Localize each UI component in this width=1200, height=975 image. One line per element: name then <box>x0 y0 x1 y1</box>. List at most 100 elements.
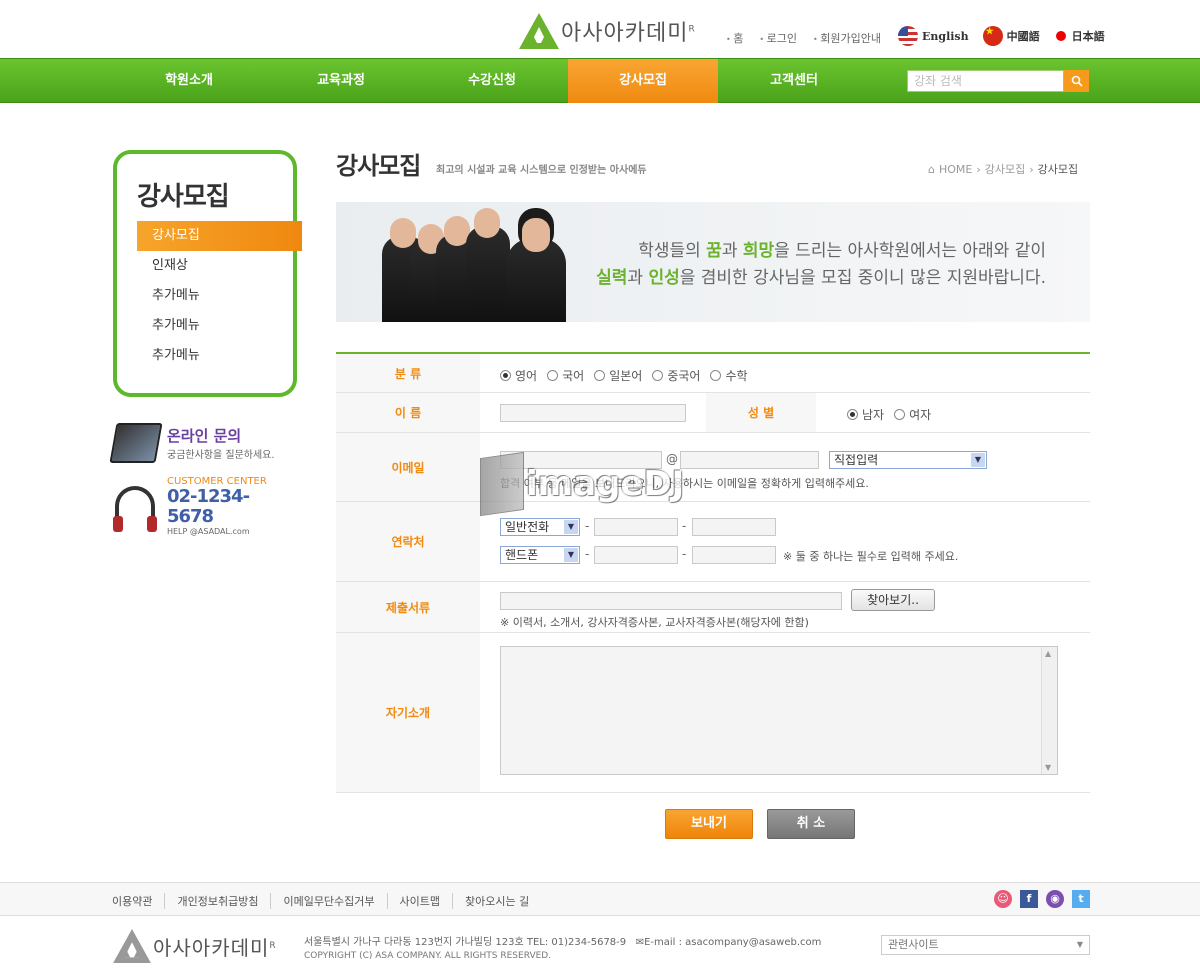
contact-label: 연락처 <box>336 502 480 581</box>
footer-link-terms[interactable]: 이용약관 <box>112 893 164 909</box>
main-nav: 학원소개 교육과정 수강신청 강사모집 고객센터 강좌 검색 <box>0 58 1200 103</box>
footer-link-directions[interactable]: 찾아오시는 길 <box>452 893 541 909</box>
breadcrumb-home[interactable]: HOME <box>939 163 972 176</box>
sidebar-title: 강사모집 <box>137 182 230 212</box>
phone1-last-input[interactable] <box>692 518 776 536</box>
kakao-icon[interactable]: ☺ <box>994 890 1012 908</box>
course-search-input[interactable]: 강좌 검색 <box>907 70 1064 92</box>
intro-textarea[interactable] <box>500 646 1058 775</box>
page-title: 강사모집 <box>336 152 421 180</box>
teachers-image <box>376 206 616 322</box>
tablet-icon <box>109 423 163 463</box>
phone2-last-input[interactable] <box>692 546 776 564</box>
category-row: 분 류 영어 국어 일본어 중국어 수학 <box>336 354 1090 393</box>
intro-row: 자기소개 <box>336 633 1090 793</box>
twitter-icon[interactable]: t <box>1072 890 1090 908</box>
home-icon: ⌂ <box>928 162 935 176</box>
logo-text: 아사아카데미R <box>561 21 696 46</box>
name-label: 이 름 <box>336 393 480 432</box>
file-path-input[interactable] <box>500 592 842 610</box>
nav-about[interactable]: 학원소개 <box>114 59 264 103</box>
footer-info: 아사아카데미 R 서울특별시 가나구 다라동 123번지 가나빌딩 123호 T… <box>0 917 1200 975</box>
email-domain-select[interactable]: 직접입력 <box>829 451 987 469</box>
footer-link-sitemap[interactable]: 사이트맵 <box>386 893 452 909</box>
footer-copyright: COPYRIGHT (C) ASA COMPANY. ALL RIGHTS RE… <box>304 951 552 961</box>
us-flag-icon <box>898 26 918 46</box>
china-flag-icon <box>982 26 1003 46</box>
phone-type-select-1[interactable]: 일반전화 <box>500 518 580 536</box>
docs-row: 제출서류 찾아보기.. ※ 이력서, 소개서, 강사자격증사본, 교사자격증사본… <box>336 582 1090 633</box>
intro-label: 자기소개 <box>336 633 480 792</box>
footer-logo: 아사아카데미 R <box>113 929 276 963</box>
footer-links-bar: 이용약관 개인정보취급방침 이메일무단수집거부 사이트맵 찾아오시는 길 ☺ f… <box>0 882 1200 916</box>
name-input[interactable] <box>500 404 686 422</box>
site-logo[interactable]: 아사아카데미R <box>519 12 696 50</box>
radio-chinese[interactable]: 중국어 <box>652 367 700 384</box>
hero-text: 학생들의 꿈과 희망을 드리는 아사학원에서는 아래와 같이 실력과 인성을 겸… <box>596 241 1046 288</box>
online-inquiry-banner[interactable]: 온라인 문의 궁금한사항을 질문하세요. <box>109 418 293 468</box>
sidebar-item-extra-2[interactable]: 추가메뉴 <box>137 311 302 341</box>
radio-male[interactable]: 남자 <box>847 406 884 423</box>
chevron-right-icon: › <box>1029 162 1034 176</box>
email-label: 이메일 <box>336 433 480 501</box>
submit-button[interactable]: 보내기 <box>665 809 753 839</box>
email-domain-input[interactable] <box>680 451 819 469</box>
lang-japanese[interactable]: 日本語 <box>1053 28 1105 44</box>
related-sites-select[interactable]: 관련사이트 <box>881 935 1090 955</box>
login-link[interactable]: 로그인 <box>759 30 797 46</box>
textarea-scrollbar[interactable] <box>1041 647 1057 774</box>
footer-address: 서울특별시 가나구 다라동 123번지 가나빌딩 123호 TEL: 01)23… <box>304 937 822 948</box>
name-row: 이 름 성 별 남자 여자 <box>336 393 1090 433</box>
radio-female[interactable]: 여자 <box>894 406 931 423</box>
sidebar-item-extra-1[interactable]: 추가메뉴 <box>137 281 302 311</box>
radio-math[interactable]: 수학 <box>710 367 748 384</box>
sidebar-menu: 강사모집 인재상 추가메뉴 추가메뉴 추가메뉴 <box>137 221 302 371</box>
cancel-button[interactable]: 취 소 <box>767 809 855 839</box>
blog-icon[interactable]: ◉ <box>1046 890 1064 908</box>
phone-type-select-2[interactable]: 핸드폰 <box>500 546 580 564</box>
watermark-cube-icon <box>480 451 524 517</box>
breadcrumb-section[interactable]: 강사모집 <box>985 161 1025 177</box>
breadcrumb: ⌂ HOME › 강사모집 › 강사모집 <box>928 161 1078 177</box>
watermark: imageDJ <box>480 451 684 517</box>
phone2-middle-input[interactable] <box>594 546 678 564</box>
lang-chinese[interactable]: 中國語 <box>982 26 1040 46</box>
home-link[interactable]: 홈 <box>726 30 743 46</box>
radio-japanese[interactable]: 일본어 <box>594 367 642 384</box>
logo-triangle-icon <box>519 13 559 49</box>
japan-flag-icon <box>1053 29 1068 43</box>
contact-note: ※ 둘 중 하나는 필수로 입력해 주세요. <box>783 550 959 563</box>
radio-korean[interactable]: 국어 <box>547 367 584 384</box>
sidebar-item-extra-3[interactable]: 추가메뉴 <box>137 341 302 371</box>
chevron-right-icon: › <box>976 162 981 176</box>
mail-icon: ✉ <box>635 937 645 948</box>
nav-enroll[interactable]: 수강신청 <box>417 59 567 103</box>
email-row: 이메일 @ 직접입력 합격 여부 등 메일을 보내드리오니, 사용하시는 이메일… <box>336 433 1090 502</box>
nav-recruit[interactable]: 강사모집 <box>568 59 718 103</box>
search-icon <box>1071 75 1083 87</box>
footer-link-privacy[interactable]: 개인정보취급방침 <box>164 893 270 909</box>
docs-label: 제출서류 <box>336 582 480 632</box>
nav-curriculum[interactable]: 교육과정 <box>266 59 416 103</box>
sidebar-item-ideal[interactable]: 인재상 <box>137 251 302 281</box>
language-selector: English 中國語 日本語 <box>898 26 1105 46</box>
facebook-icon[interactable]: f <box>1020 890 1038 908</box>
category-label: 분 류 <box>336 354 480 392</box>
sns-links: ☺ f ◉ t <box>994 890 1090 908</box>
radio-english[interactable]: 영어 <box>500 367 537 384</box>
nav-support[interactable]: 고객센터 <box>719 59 869 103</box>
top-links: 홈 로그인 회원가입안내 <box>726 30 881 46</box>
hero-banner: 학생들의 꿈과 희망을 드리는 아사학원에서는 아래와 같이 실력과 인성을 겸… <box>336 202 1090 322</box>
footer-link-email-policy[interactable]: 이메일무단수집거부 <box>270 893 386 909</box>
page-subtitle: 최고의 시설과 교육 시스템으로 인정받는 아사에듀 <box>436 165 647 176</box>
customer-center-banner: CUSTOMER CENTER 02-1234-5678 HELP @ASADA… <box>113 476 295 536</box>
gender-label: 성 별 <box>706 393 816 432</box>
search-button[interactable] <box>1064 70 1089 92</box>
docs-note: ※ 이력서, 소개서, 강사자격증사본, 교사자격증사본(해당자에 한함) <box>500 616 809 629</box>
phone1-middle-input[interactable] <box>594 518 678 536</box>
breadcrumb-current: 강사모집 <box>1037 163 1079 176</box>
browse-button[interactable]: 찾아보기.. <box>851 589 935 611</box>
sidebar-item-recruit[interactable]: 강사모집 <box>137 221 302 251</box>
lang-english[interactable]: English <box>898 26 969 46</box>
signup-guide-link[interactable]: 회원가입안내 <box>813 30 881 46</box>
